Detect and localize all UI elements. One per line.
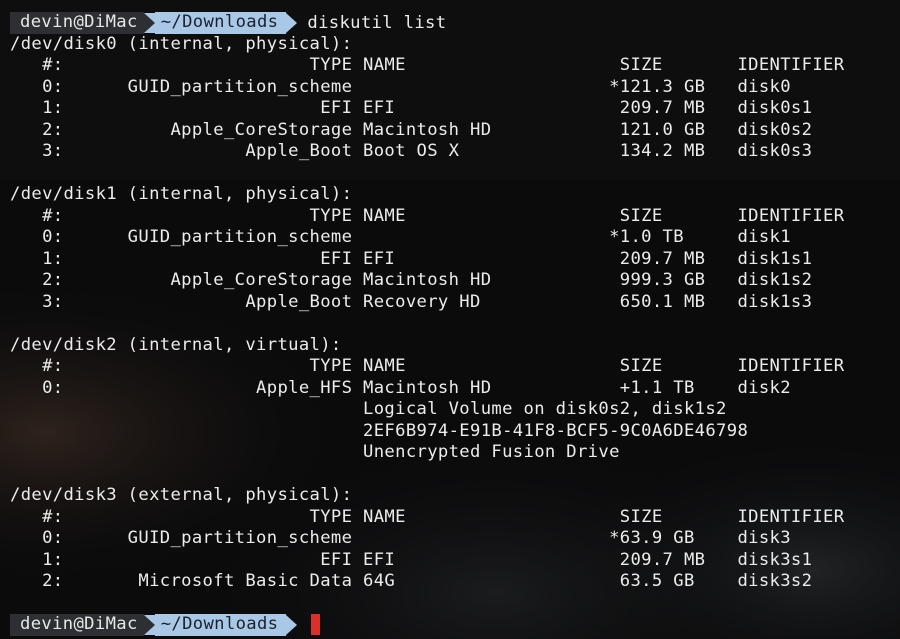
output-line: 0: GUID_partition_scheme *121.3 GB disk0 xyxy=(10,76,791,97)
output-line: #: TYPE NAME SIZE IDENTIFIER xyxy=(10,356,845,376)
output-line: 1: EFI EFI 209.7 MB disk3s1 xyxy=(10,549,813,570)
output-line: /dev/disk3 (external, physical): xyxy=(10,485,353,505)
prompt-user: devin@DiMac xyxy=(10,12,144,34)
output-line: Unencrypted Fusion Drive xyxy=(10,442,620,462)
output-line: /dev/disk1 (internal, physical): xyxy=(10,184,353,204)
output-line: 1: EFI EFI 209.7 MB disk0s1 xyxy=(10,98,813,118)
prompt-separator-icon xyxy=(143,12,155,33)
command-text: diskutil list xyxy=(307,12,447,33)
output-line: #: TYPE NAME SIZE IDENTIFIER xyxy=(10,205,845,226)
terminal-window[interactable]: devin@DiMac ~/Downloads diskutil list /d… xyxy=(10,12,900,636)
output-line: 3: Apple_Boot Recovery HD 650.1 MB disk1… xyxy=(10,291,813,312)
output-line: 3: Apple_Boot Boot OS X 134.2 MB disk0s3 xyxy=(10,141,813,161)
output-line: 0: GUID_partition_scheme *1.0 TB disk1 xyxy=(10,227,791,247)
output-line: 0: Apple_HFS Macintosh HD +1.1 TB disk2 xyxy=(10,377,791,398)
output-line: 2: Apple_CoreStorage Macintosh HD 999.3 … xyxy=(10,270,813,290)
output-line: 1: EFI EFI 209.7 MB disk1s1 xyxy=(10,248,813,269)
prompt-directory: ~/Downloads xyxy=(154,12,287,34)
output-line: 0: GUID_partition_scheme *63.9 GB disk3 xyxy=(10,528,791,548)
output-line: 2EF6B974-E91B-41F8-BCF5-9C0A6DE46798 xyxy=(10,420,749,441)
prompt-separator-icon xyxy=(143,614,155,635)
output-line: 2: Microsoft Basic Data 64G 63.5 GB disk… xyxy=(10,571,813,591)
text-cursor[interactable] xyxy=(311,614,321,636)
output-line: /dev/disk2 (internal, virtual): xyxy=(10,334,342,355)
command-output: /dev/disk0 (internal, physical): #: TYPE… xyxy=(10,34,900,615)
prompt-line: devin@DiMac ~/Downloads diskutil list xyxy=(10,12,900,34)
output-line: /dev/disk0 (internal, physical): xyxy=(10,33,353,54)
prompt-end-icon xyxy=(286,12,298,33)
output-line: Logical Volume on disk0s2, disk1s2 xyxy=(10,399,727,419)
prompt-directory: ~/Downloads xyxy=(154,614,287,636)
output-line: 2: Apple_CoreStorage Macintosh HD 121.0 … xyxy=(10,119,813,140)
prompt-user: devin@DiMac xyxy=(10,614,144,636)
output-line: #: TYPE NAME SIZE IDENTIFIER xyxy=(10,506,845,527)
prompt-end-icon xyxy=(286,614,298,635)
output-line: #: TYPE NAME SIZE IDENTIFIER xyxy=(10,55,845,75)
active-prompt-line[interactable]: devin@DiMac ~/Downloads xyxy=(10,614,900,636)
